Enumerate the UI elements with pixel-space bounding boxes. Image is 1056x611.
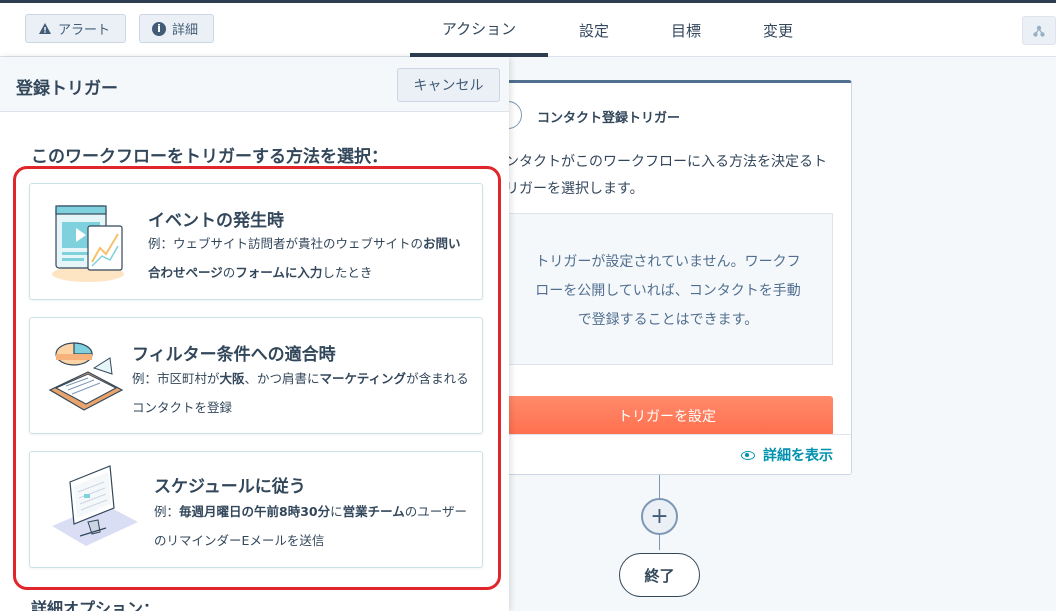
set-trigger-button[interactable]: トリガーを設定	[501, 396, 833, 436]
org-chart-button[interactable]	[1022, 16, 1056, 45]
show-details-label: 詳細を表示	[763, 448, 833, 464]
empty-trigger-box: トリガーが設定されていません。ワークフローを公開していれば、コンタクトを手動で登…	[501, 213, 833, 365]
card-title: コンタクト登録トリガー	[537, 111, 681, 126]
info-icon: i	[152, 21, 166, 36]
alert-button[interactable]: アラート	[25, 14, 126, 43]
tab-settings[interactable]: 設定	[548, 3, 640, 57]
end-node: 終了	[619, 553, 700, 597]
details-label: 詳細	[172, 23, 199, 38]
advanced-options-heading: 詳細オプション：	[31, 599, 160, 611]
tab-goals[interactable]: 目標	[640, 3, 732, 57]
contact-enrollment-trigger-card[interactable]: コンタクト登録トリガー ンタクトがこのワークフローに入る方法を決定るトリガーを選…	[470, 80, 852, 475]
panel-header: 登録トリガー キャンセル	[0, 57, 509, 112]
tab-changes[interactable]: 変更	[732, 3, 824, 57]
card-description: ンタクトがこのワークフローに入る方法を決定るトリガーを選択します。	[505, 154, 827, 197]
card-footer: 詳細を表示	[471, 434, 851, 474]
org-chart-icon	[1033, 25, 1045, 37]
details-button[interactable]: i 詳細	[139, 14, 214, 43]
top-toolbar: アラート i 詳細 アクション 設定 目標 変更	[0, 0, 1056, 57]
warning-icon	[38, 22, 52, 36]
enrollment-trigger-panel: 登録トリガー キャンセル このワークフローをトリガーする方法を選択： イベントの…	[0, 57, 509, 611]
add-action-button[interactable]: +	[641, 498, 678, 535]
alert-label: アラート	[58, 23, 111, 38]
panel-title: 登録トリガー	[16, 79, 118, 99]
highlight-annotation	[13, 166, 501, 590]
trigger-method-question: このワークフローをトリガーする方法を選択：	[31, 147, 388, 167]
tab-actions[interactable]: アクション	[410, 3, 548, 57]
empty-trigger-message: トリガーが設定されていません。ワークフローを公開していれば、コンタクトを手動で登…	[535, 254, 801, 328]
main-tabs: アクション 設定 目標 変更	[410, 3, 824, 57]
show-details-link[interactable]: 詳細を表示	[741, 445, 833, 465]
cancel-button[interactable]: キャンセル	[397, 68, 500, 102]
eye-icon	[741, 450, 755, 460]
